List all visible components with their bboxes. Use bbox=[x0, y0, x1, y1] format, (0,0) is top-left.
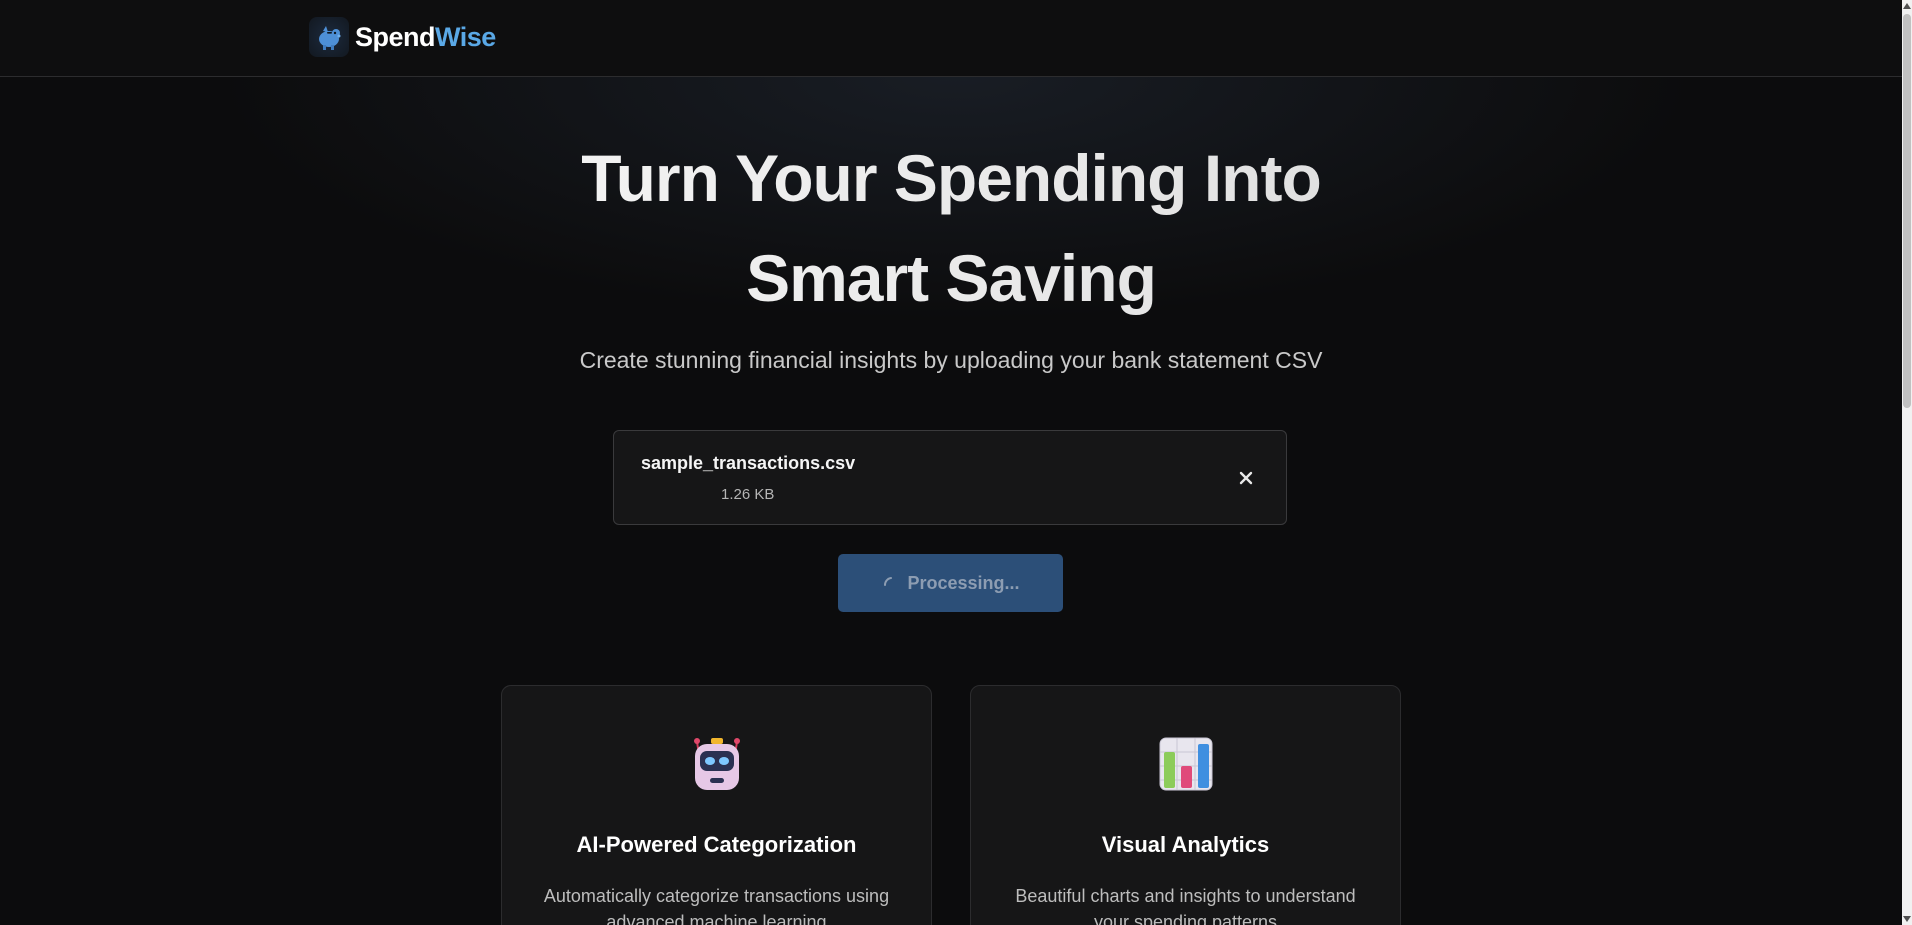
scroll-up-arrow-icon[interactable] bbox=[1902, 0, 1912, 12]
piggy-bank-icon bbox=[309, 17, 349, 57]
hero-subtitle: Create stunning financial insights by up… bbox=[579, 347, 1323, 373]
feature-description: Beautiful charts and insights to underst… bbox=[1015, 886, 1356, 925]
uploaded-file-card: sample_transactions.csv 1.26 KB bbox=[613, 430, 1287, 525]
hero-title: Turn Your Spending Into Smart Saving bbox=[0, 128, 1902, 328]
scrollbar-thumb[interactable] bbox=[1903, 14, 1911, 408]
scroll-down-arrow-icon[interactable] bbox=[1902, 913, 1912, 925]
page-scrollbar[interactable] bbox=[1902, 0, 1912, 925]
brand-name-part2: Wise bbox=[435, 21, 496, 52]
file-name: sample_transactions.csv bbox=[641, 453, 856, 473]
top-nav: SpendWise bbox=[0, 0, 1902, 77]
feature-card-ai-categorization: AI-Powered Categorization Automatically … bbox=[501, 685, 932, 925]
hero-title-line1: Turn Your Spending Into bbox=[0, 128, 1902, 228]
close-icon bbox=[1239, 471, 1253, 485]
remove-file-button[interactable] bbox=[1232, 464, 1260, 492]
process-button-label: Processing... bbox=[907, 572, 1020, 593]
page: SpendWise Turn Your Spending Into Smart … bbox=[0, 0, 1912, 925]
feature-title: Visual Analytics bbox=[1101, 832, 1270, 857]
feature-description: Automatically categorize transactions us… bbox=[543, 886, 890, 925]
feature-title: AI-Powered Categorization bbox=[576, 832, 857, 857]
process-button[interactable]: Processing... bbox=[838, 554, 1063, 612]
brand-name: SpendWise bbox=[355, 22, 496, 53]
robot-icon bbox=[689, 736, 745, 792]
bar-chart-icon bbox=[1158, 736, 1214, 792]
feature-card-visual-analytics: Visual Analytics Beautiful charts and in… bbox=[970, 685, 1401, 925]
file-size: 1.26 KB bbox=[721, 486, 775, 503]
brand-logo[interactable]: SpendWise bbox=[309, 17, 496, 57]
brand-name-part1: Spend bbox=[355, 21, 436, 52]
spinner-icon bbox=[884, 577, 893, 586]
hero-title-line2: Smart Saving bbox=[0, 228, 1902, 328]
